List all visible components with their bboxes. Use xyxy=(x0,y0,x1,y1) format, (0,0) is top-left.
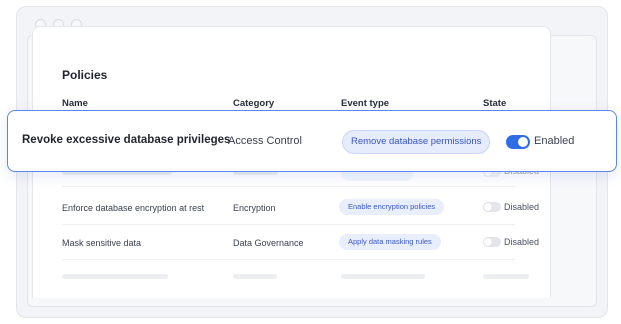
column-header-event-type[interactable]: Event type xyxy=(341,98,389,109)
highlighted-row-category: Access Control xyxy=(228,135,302,147)
event-type-pill[interactable]: Apply data masking rules xyxy=(339,234,441,250)
event-type-pill[interactable]: Enable encryption policies xyxy=(339,199,445,215)
panel-title: Policies xyxy=(62,68,108,82)
skeleton-category xyxy=(233,274,277,279)
highlighted-state-label: Enabled xyxy=(534,135,575,147)
column-header-category[interactable]: Category xyxy=(233,98,274,109)
state-label: Disabled xyxy=(504,237,540,247)
enabled-toggle[interactable] xyxy=(506,135,530,149)
row-divider xyxy=(62,186,515,187)
column-header-state[interactable]: State xyxy=(483,98,506,109)
row-divider xyxy=(62,259,515,260)
row-category: Encryption xyxy=(233,203,276,213)
row-divider xyxy=(62,224,515,225)
row-category: Data Governance xyxy=(233,238,304,248)
state-toggle[interactable] xyxy=(483,202,501,212)
row-name: Enforce database encryption at rest xyxy=(62,203,205,213)
highlighted-event-type-pill[interactable]: Remove database permissions xyxy=(342,130,491,154)
highlighted-policy-row[interactable]: Revoke excessive database privileges Acc… xyxy=(7,110,617,172)
skeleton-state xyxy=(483,274,529,279)
skeleton-event-type xyxy=(341,274,425,279)
state-label: Disabled xyxy=(504,202,540,212)
row-name: Mask sensitive data xyxy=(62,238,142,248)
column-header-name[interactable]: Name xyxy=(62,98,88,109)
highlighted-row-name: Revoke excessive database privileges xyxy=(22,134,231,146)
state-toggle[interactable] xyxy=(483,237,501,247)
skeleton-name xyxy=(62,274,168,279)
